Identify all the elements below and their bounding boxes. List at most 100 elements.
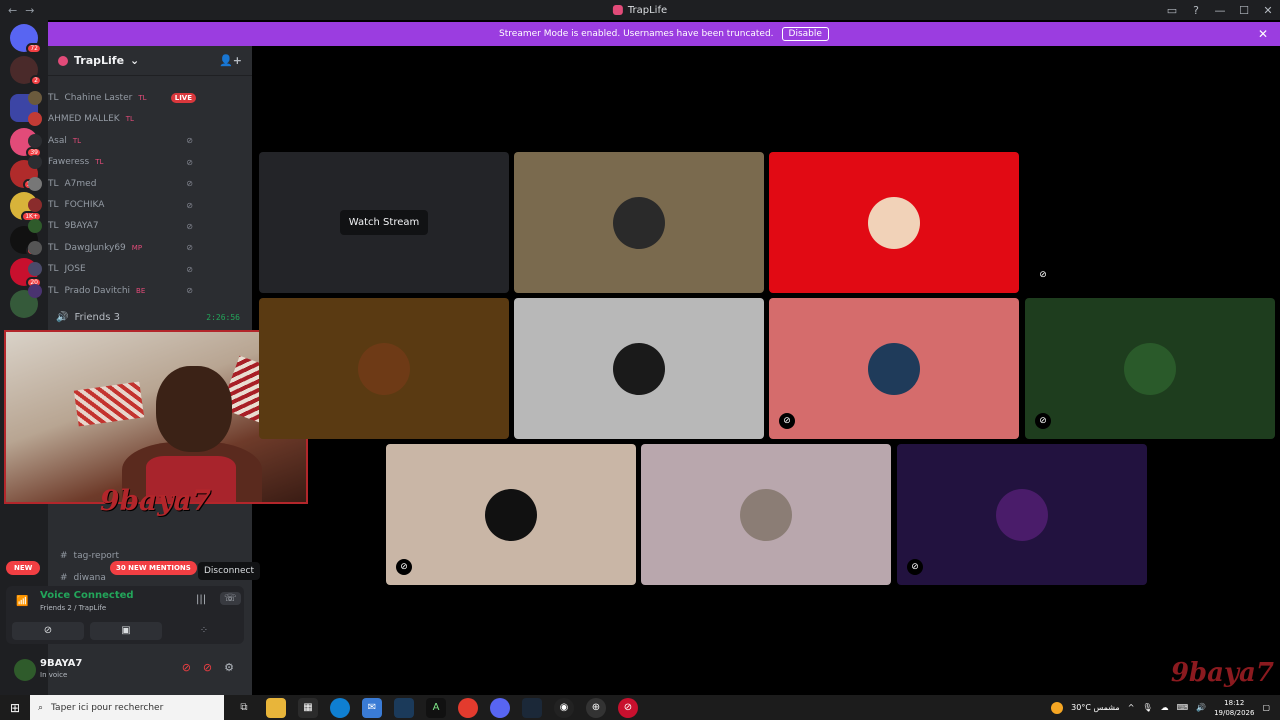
avatar: [485, 488, 537, 541]
file-explorer-icon[interactable]: [266, 697, 286, 718]
stream-tile[interactable]: ⊘: [1025, 152, 1275, 293]
help-icon[interactable]: ?: [1184, 4, 1208, 17]
member-name: Faweress: [48, 157, 90, 168]
task-view-icon[interactable]: ⧉: [234, 698, 254, 718]
app-icon[interactable]: ⊕: [586, 697, 606, 718]
member-name: Prado Davitchi: [64, 285, 131, 296]
weather-text[interactable]: 30°C مشمس: [1071, 703, 1120, 712]
avatar: [28, 262, 42, 277]
steam-icon[interactable]: [522, 697, 542, 718]
cloud-icon[interactable]: ☁: [1161, 703, 1169, 712]
voice-status[interactable]: Voice Connected: [40, 590, 134, 601]
discord-icon[interactable]: [490, 697, 510, 718]
stream-tile[interactable]: [769, 152, 1019, 293]
windows-start-icon[interactable]: ⊞: [0, 701, 30, 715]
chrome-icon[interactable]: [458, 697, 478, 718]
home-icon[interactable]: 72: [10, 24, 42, 54]
camera-off-button[interactable]: ⊘: [12, 622, 84, 640]
stream-tile[interactable]: Watch Stream: [259, 152, 509, 293]
muted-icon: ⊘: [186, 179, 196, 189]
stream-tile[interactable]: [259, 298, 509, 439]
member-row[interactable]: TL DawgJunky69 MP ⊘: [28, 238, 196, 258]
tray-chevron-icon[interactable]: ^: [1128, 703, 1135, 712]
mic-muted-icon[interactable]: ⊘: [182, 661, 191, 674]
member-prefix: TL: [48, 285, 59, 296]
signal-icon[interactable]: 📶: [16, 596, 28, 607]
channel-diwana[interactable]: # diwana: [60, 571, 106, 585]
member-name: FOCHIKA: [64, 200, 105, 210]
gear-icon[interactable]: ⚙: [224, 661, 234, 674]
edge-icon[interactable]: [330, 697, 350, 718]
member-row[interactable]: TL FOCHIKA ⊘: [28, 195, 196, 215]
channel-tag-report[interactable]: # tag-report: [60, 549, 119, 563]
inbox-icon[interactable]: ▭: [1160, 4, 1184, 17]
member-row[interactable]: TL A7med ⊘: [28, 174, 196, 194]
member-row[interactable]: TL Prado Davitchi BE ⊘: [28, 281, 196, 301]
voice-channel-friends-3[interactable]: 🔊 Friends 3 2:26:56: [56, 309, 252, 325]
server-icon[interactable]: 2: [10, 56, 42, 86]
obs-icon[interactable]: ◉: [554, 697, 574, 718]
guild-header[interactable]: TrapLife ⌄ 👤+: [48, 46, 252, 76]
title-bar: ← → TrapLife ▭ ? — ☐ ✕: [0, 0, 1280, 20]
time: 18:12: [1224, 698, 1245, 707]
member-row[interactable]: Asal TL ⊘: [28, 131, 196, 151]
network-icon[interactable]: ⌨: [1177, 703, 1189, 712]
mail-icon[interactable]: ✉: [362, 697, 382, 718]
screen-share-button[interactable]: ▣: [90, 622, 162, 640]
member-row[interactable]: TL JOSE ⊘: [28, 259, 196, 279]
member-row[interactable]: AHMED MALLEK TL: [28, 109, 196, 129]
stream-tile[interactable]: ⊘: [897, 444, 1147, 585]
invite-icon[interactable]: 👤+: [219, 54, 242, 67]
noise-suppression-icon[interactable]: |||: [196, 594, 206, 605]
stream-tile[interactable]: [641, 444, 891, 585]
nvidia-icon[interactable]: A: [426, 697, 446, 718]
banner-close-icon[interactable]: ✕: [1258, 27, 1268, 41]
stream-tile[interactable]: [514, 152, 764, 293]
member-prefix: TL: [48, 221, 59, 232]
muted-icon: ⊘: [186, 157, 196, 167]
avatar[interactable]: [14, 659, 36, 681]
watch-stream-button[interactable]: Watch Stream: [339, 210, 429, 235]
streamer-mode-banner: Streamer Mode is enabled. Usernames have…: [48, 22, 1280, 46]
forward-icon[interactable]: →: [25, 4, 34, 17]
person-head: [156, 366, 232, 452]
banner-text: Streamer Mode is enabled. Usernames have…: [499, 29, 774, 39]
camera-off-icon: ⊘: [396, 559, 412, 575]
back-icon[interactable]: ←: [8, 4, 17, 17]
disable-button[interactable]: Disable: [781, 27, 829, 41]
minimize-button[interactable]: —: [1208, 4, 1232, 17]
voice-channel-icon: 🔊: [56, 311, 69, 323]
search-icon: ⌕: [38, 702, 44, 713]
stream-tile[interactable]: ⊘: [769, 298, 1019, 439]
member-row[interactable]: TL Chahine Laster TL LIVE: [28, 88, 196, 108]
disconnect-button[interactable]: ☏: [220, 592, 241, 605]
stream-tile[interactable]: ⊘: [1025, 298, 1275, 439]
avatar: [28, 155, 42, 170]
member-row[interactable]: Faweress TL ⊘: [28, 152, 196, 172]
new-pill[interactable]: NEW: [6, 561, 41, 575]
voice-location[interactable]: Friends 2 / TrapLife: [40, 604, 106, 612]
watermark-logo: 9baya7: [1170, 658, 1274, 688]
camera-off-icon: ⊘: [907, 559, 923, 575]
mentions-pill[interactable]: 30 NEW MENTIONS: [110, 561, 197, 575]
maximize-button[interactable]: ☐: [1232, 4, 1256, 17]
camera-off-icon: ⊘: [779, 413, 795, 429]
user-status: In voice: [40, 671, 68, 679]
steam-icon[interactable]: [394, 697, 414, 718]
stream-tile[interactable]: [514, 298, 764, 439]
avatar: [1124, 196, 1176, 249]
avatar: [613, 196, 665, 249]
clock[interactable]: 18:12 19/08/2026: [1214, 698, 1254, 718]
taskbar-search[interactable]: ⌕ Taper ici pour rechercher: [30, 695, 224, 720]
deafen-icon[interactable]: ⊘: [203, 661, 212, 674]
app-icon[interactable]: ⊘: [618, 697, 638, 718]
stream-tile[interactable]: ⊘: [386, 444, 636, 585]
volume-icon[interactable]: 🔊: [1196, 703, 1206, 712]
notifications-icon[interactable]: ▢: [1262, 703, 1270, 712]
member-name: AHMED MALLEK: [48, 114, 120, 125]
mic-icon[interactable]: 🎙: [1142, 703, 1152, 712]
member-row[interactable]: TL 9BAYA7 ⊘: [28, 216, 196, 236]
activities-button[interactable]: ⁘: [168, 622, 240, 640]
store-icon[interactable]: ▦: [298, 697, 318, 718]
close-button[interactable]: ✕: [1256, 4, 1280, 17]
